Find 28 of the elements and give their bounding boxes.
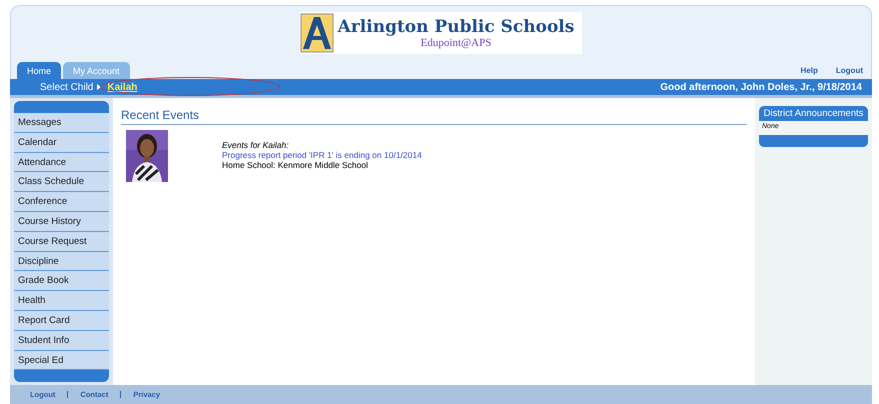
sidebar-item[interactable]: Calendar <box>14 132 109 153</box>
sidebar-item[interactable]: Conference <box>14 192 109 212</box>
sidebar-item[interactable]: Special Ed <box>14 350 109 370</box>
header-link[interactable]: Logout <box>836 66 863 75</box>
sidebar-item[interactable]: Discipline <box>14 252 109 272</box>
sidebar-item[interactable]: Grade Book <box>14 271 109 292</box>
child-link[interactable]: Kailah <box>107 82 138 92</box>
section-title: Recent Events <box>121 108 747 125</box>
panel-title: District Announcements <box>762 107 864 121</box>
event-text: Progress report period 'IPR 1' is ending on 10/1/2014 <box>222 150 422 160</box>
events-heading: Events for Kailah: <box>222 140 290 150</box>
header-link[interactable]: Help <box>800 66 818 75</box>
sidebar-item[interactable]: Course History <box>14 212 109 232</box>
sidebar-item[interactable]: Messages <box>14 113 109 133</box>
sidebar-item[interactable]: Health <box>14 291 109 311</box>
select-child-label: Select Child <box>40 82 94 92</box>
arrow-icon <box>97 84 102 90</box>
logo-title: Arlington Public Schools <box>338 17 574 37</box>
logo-subtitle: Edupoint@APS <box>420 37 492 49</box>
home-school-text: Home School: Kenmore Middle School <box>222 160 369 170</box>
sidebar-item[interactable]: Class Schedule <box>14 172 109 192</box>
greeting-text: Good afternoon, John Doles, Jr., 9/18/2014 <box>660 82 862 92</box>
sidebar-item[interactable]: Attendance <box>14 152 109 172</box>
sidebar-item[interactable]: Student Info <box>14 330 109 351</box>
sidebar-item[interactable]: Report Card <box>14 310 109 331</box>
sidebar-item[interactable]: Course Request <box>14 232 109 252</box>
logo-icon <box>300 13 334 53</box>
tab[interactable]: Home <box>17 62 62 79</box>
